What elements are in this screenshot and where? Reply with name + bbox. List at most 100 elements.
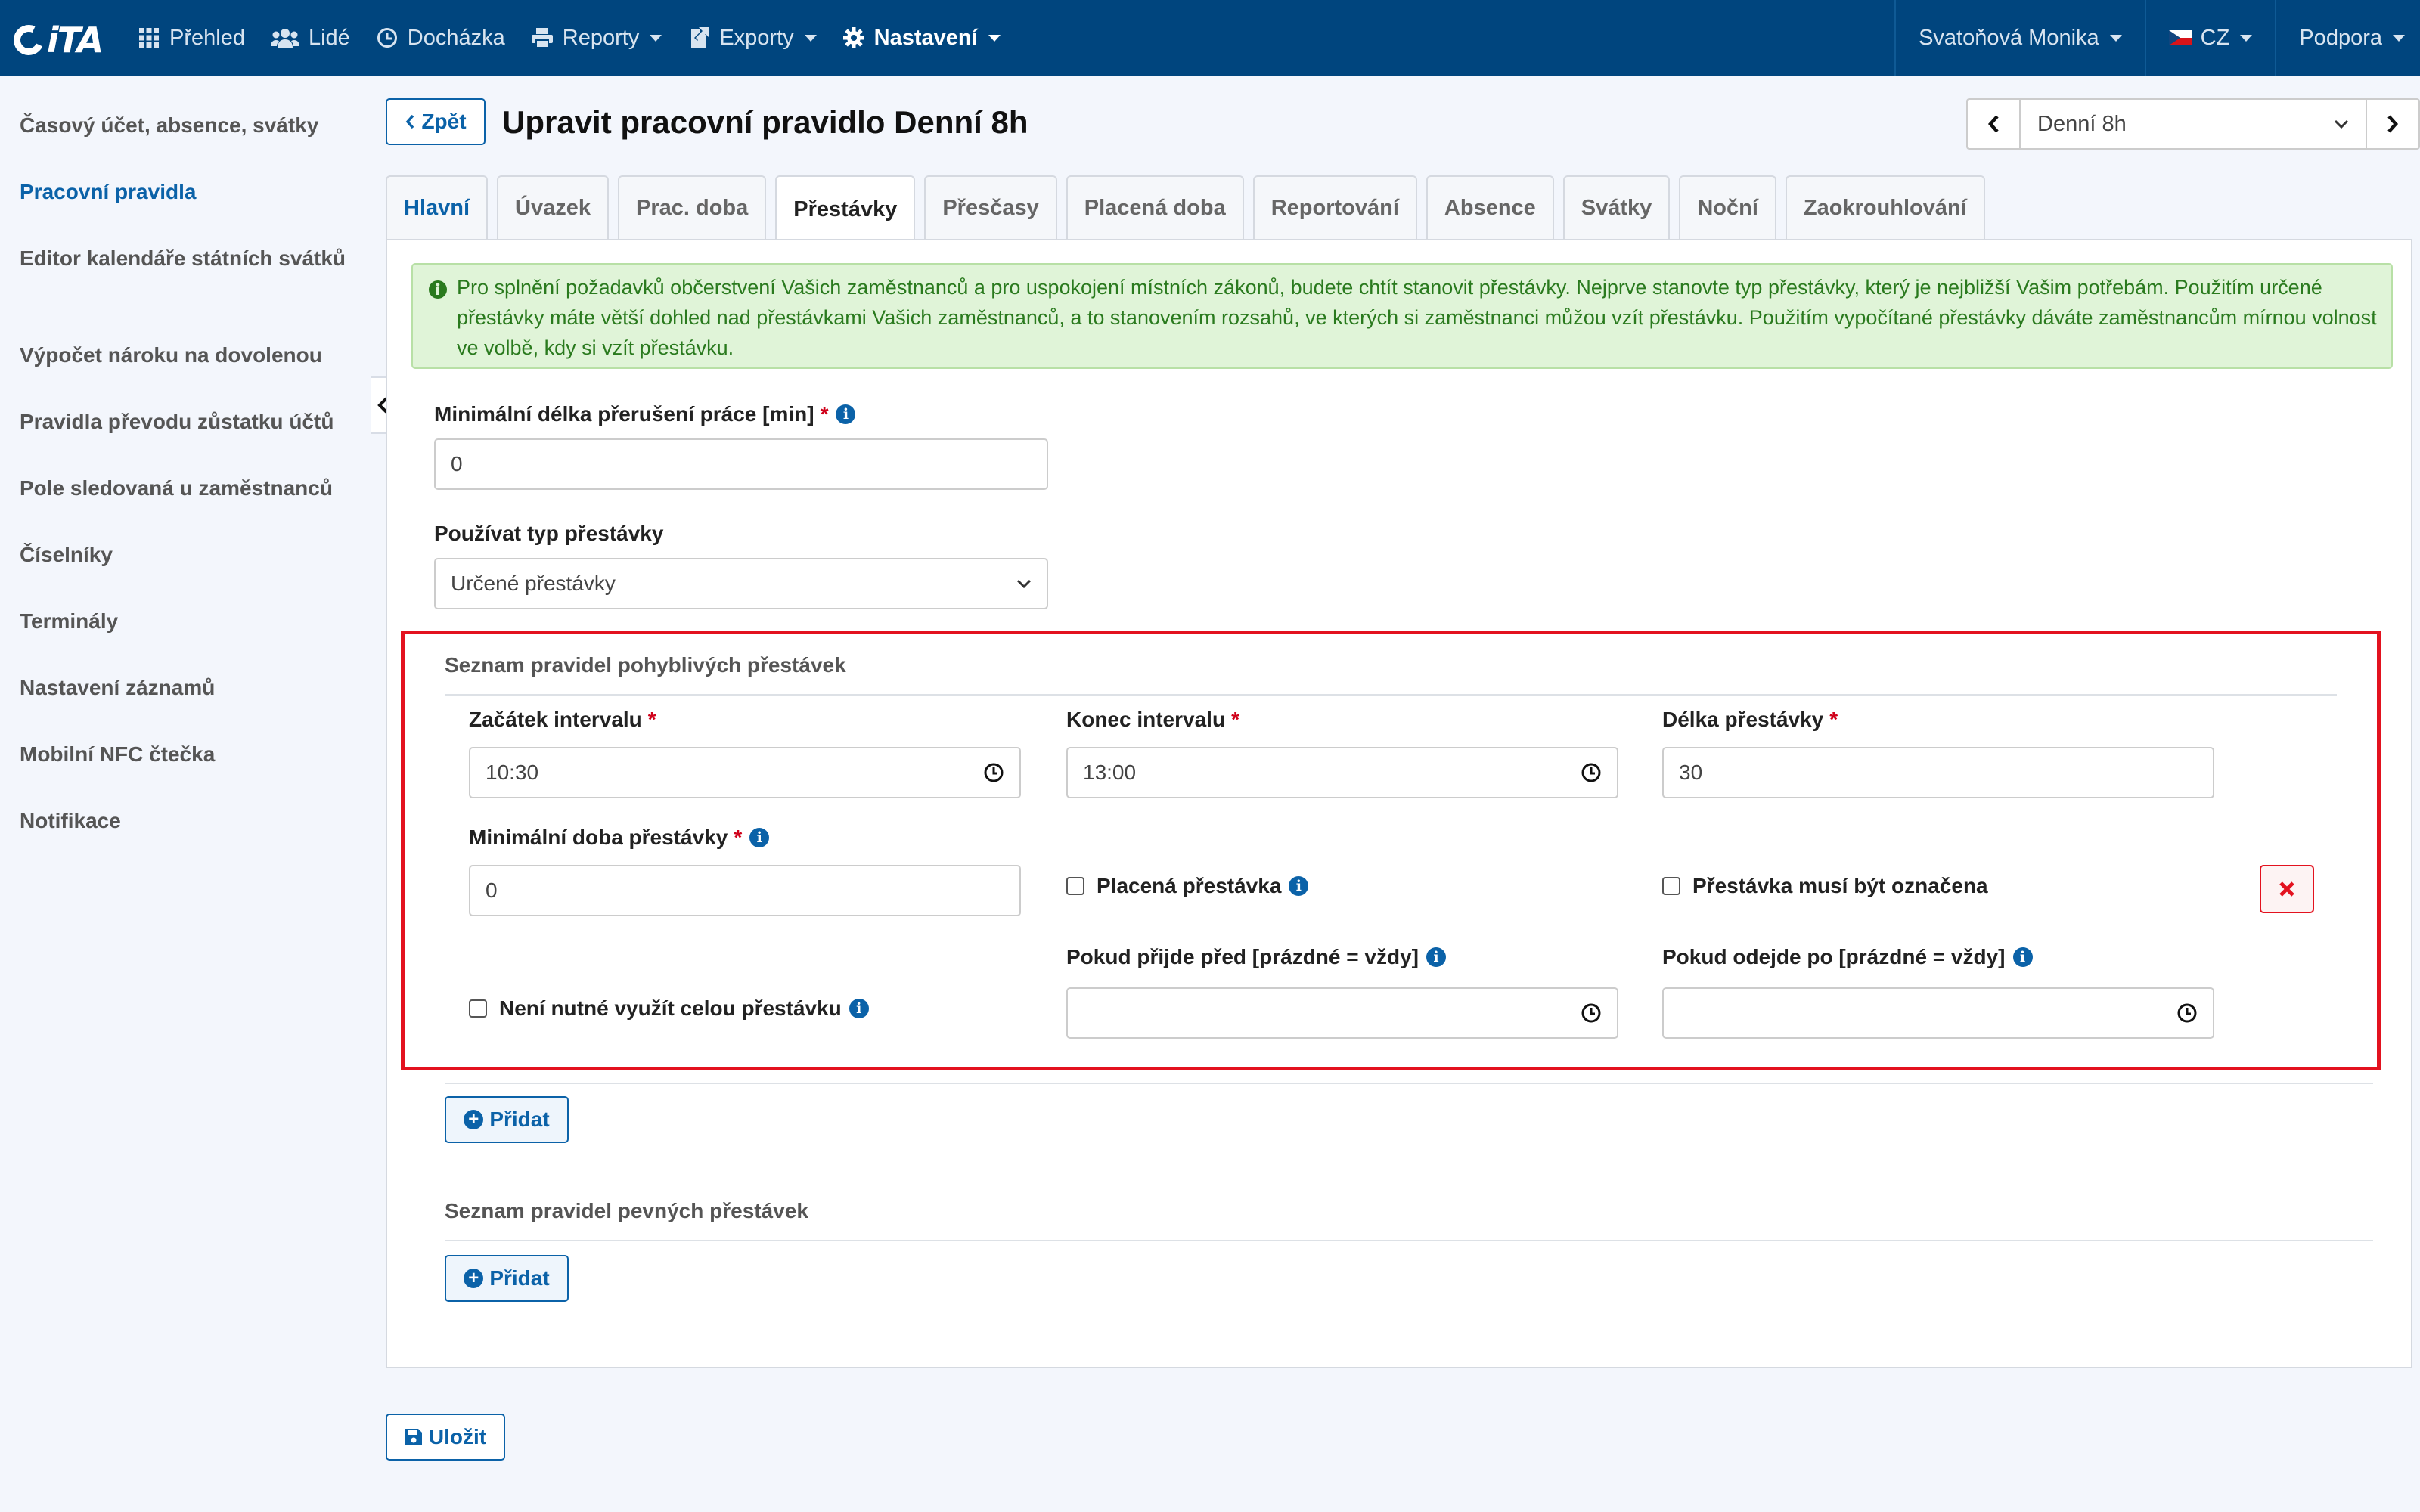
next-rule-button[interactable] — [2366, 98, 2420, 150]
sidebar-item-vypocet-naroku[interactable]: Výpočet nároku na dovolenou — [20, 340, 352, 370]
info-circle-icon — [428, 277, 448, 308]
sidebar-item-ciselniky[interactable]: Číselníky — [20, 540, 352, 570]
tab-reportovani[interactable]: Reportování — [1252, 175, 1417, 239]
delete-rule-button[interactable] — [2260, 865, 2314, 913]
info-icon[interactable]: i — [2012, 947, 2033, 967]
tab-prescasy[interactable]: Přesčasy — [924, 175, 1057, 239]
chevron-right-icon — [2387, 115, 2399, 133]
min-break-input[interactable]: 0 — [434, 438, 1048, 490]
must-mark-checkbox[interactable] — [1662, 877, 1680, 895]
top-navbar: iTA Přehled Lidé Docházka Reporty Export… — [0, 0, 2420, 76]
break-length-input[interactable]: 30 — [1662, 747, 2214, 798]
sidebar-item-nastaveni-zaznamu[interactable]: Nastavení záznamů — [20, 673, 352, 703]
nav-item-reporty[interactable]: Reporty — [531, 26, 662, 51]
info-icon[interactable]: i — [849, 999, 869, 1018]
save-button[interactable]: Uložit — [386, 1414, 505, 1461]
interval-end-label-text: Konec intervalu — [1066, 708, 1226, 731]
tab-nocni[interactable]: Noční — [1679, 175, 1776, 239]
clock-icon[interactable] — [1581, 762, 1602, 783]
user-name: Svatoňová Monika — [1919, 25, 2099, 50]
rule-select[interactable]: Denní 8h — [2021, 98, 2366, 150]
nav-right: Svatoňová Monika CZ Podpora — [1894, 0, 2420, 76]
app-logo[interactable]: iTA — [9, 20, 104, 60]
min-break-value: 0 — [451, 452, 463, 476]
back-button[interactable]: Zpět — [386, 98, 486, 145]
info-icon[interactable]: i — [1426, 947, 1446, 967]
nav-item-nastaveni[interactable]: Nastavení — [842, 26, 1001, 51]
add-flexible-break-button[interactable]: + Přidat — [445, 1096, 569, 1143]
tab-prestavky[interactable]: Přestávky — [775, 175, 916, 242]
clock-icon[interactable] — [2176, 1002, 2198, 1024]
min-duration-input[interactable]: 0 — [469, 865, 1021, 916]
tab-svatky[interactable]: Svátky — [1562, 175, 1671, 239]
paid-break-checkbox-row[interactable]: Placená přestávka i — [1066, 874, 1309, 898]
sidebar-item-terminaly[interactable]: Terminály — [20, 606, 352, 637]
min-break-label: Minimální délka přerušení práce [min] * i — [434, 402, 856, 426]
fixed-breaks-title: Seznam pravidel pevných přestávek — [445, 1199, 808, 1222]
required-marker: * — [647, 708, 656, 731]
not-full-break-checkbox[interactable] — [469, 999, 487, 1018]
chevron-down-icon — [2240, 34, 2253, 42]
export-icon — [687, 26, 710, 49]
clock-icon[interactable] — [983, 762, 1004, 783]
nav-item-prehled[interactable]: Přehled — [138, 26, 245, 51]
tab-absence[interactable]: Absence — [1426, 175, 1554, 239]
chevron-down-icon — [2109, 34, 2122, 42]
grid-icon — [138, 26, 160, 49]
info-icon[interactable]: i — [836, 404, 856, 424]
info-icon[interactable]: i — [749, 828, 770, 847]
users-icon — [270, 26, 299, 49]
clock-icon[interactable] — [1581, 1002, 1602, 1024]
info-icon[interactable]: i — [1289, 876, 1309, 896]
rule-tabs: Hlavní Úvazek Prac. doba Přestávky Přesč… — [386, 175, 1994, 242]
save-icon — [405, 1429, 422, 1445]
sidebar-item-pravidla-prevodu[interactable]: Pravidla převodu zůstatku účtů — [20, 407, 352, 437]
alert-text: Pro splnění požadavků občerstvení Vašich… — [457, 276, 2377, 359]
chevron-down-icon — [1016, 579, 1032, 588]
interval-end-input[interactable]: 13:00 — [1066, 747, 1618, 798]
not-full-break-label: Není nutné využít celou přestávku — [499, 996, 842, 1020]
print-icon — [531, 26, 554, 49]
paid-break-checkbox[interactable] — [1066, 877, 1084, 895]
sidebar-item-notifikace[interactable]: Notifikace — [20, 806, 352, 836]
min-duration-label: Minimální doba přestávky * i — [469, 826, 770, 850]
support-menu[interactable]: Podpora — [2299, 26, 2405, 51]
tab-zaokrouhlovani[interactable]: Zaokrouhlování — [1785, 175, 1985, 239]
not-full-break-checkbox-row[interactable]: Není nutné využít celou přestávku i — [469, 996, 869, 1021]
sidebar-item-nfc-ctecka[interactable]: Mobilní NFC čtečka — [20, 739, 352, 770]
nav-divider — [1894, 0, 1897, 76]
add-fixed-break-button[interactable]: + Přidat — [445, 1255, 569, 1302]
nav-divider — [2144, 0, 2146, 76]
required-marker: * — [820, 402, 829, 426]
divider — [445, 1083, 2373, 1084]
leave-after-input[interactable] — [1662, 987, 2214, 1039]
tab-uvazek[interactable]: Úvazek — [497, 175, 609, 239]
gear-icon — [842, 26, 865, 49]
close-icon — [2279, 881, 2294, 897]
interval-start-input[interactable]: 10:30 — [469, 747, 1021, 798]
divider — [445, 694, 2337, 696]
nav-item-lide[interactable]: Lidé — [270, 26, 350, 51]
interval-start-label-text: Začátek intervalu — [469, 708, 642, 731]
interval-end-value: 13:00 — [1083, 761, 1137, 784]
interval-start-value: 10:30 — [486, 761, 539, 784]
sidebar-item-casovy-ucet[interactable]: Časový účet, absence, svátky — [20, 110, 352, 141]
language-menu[interactable]: CZ — [2168, 26, 2253, 51]
tab-placena-doba[interactable]: Placená doba — [1066, 175, 1244, 239]
min-duration-value: 0 — [486, 878, 498, 902]
paid-break-label: Placená přestávka — [1097, 874, 1282, 897]
user-menu[interactable]: Svatoňová Monika — [1919, 26, 2122, 51]
tab-prac-doba[interactable]: Prac. doba — [618, 175, 767, 239]
nav-item-label: Reporty — [562, 25, 640, 50]
nav-item-dochazka[interactable]: Docházka — [376, 26, 505, 51]
sidebar-item-pole-sledovana[interactable]: Pole sledovaná u zaměstnanců — [20, 473, 352, 503]
must-mark-checkbox-row[interactable]: Přestávka musí být označena — [1662, 874, 1988, 898]
arrive-before-input[interactable] — [1066, 987, 1618, 1039]
rule-switcher: Denní 8h — [1966, 98, 2420, 150]
break-type-select[interactable]: Určené přestávky — [434, 558, 1048, 609]
sidebar-item-editor-kalendare[interactable]: Editor kalendáře státních svátků — [20, 243, 352, 274]
tab-hlavni[interactable]: Hlavní — [386, 175, 489, 239]
previous-rule-button[interactable] — [1966, 98, 2021, 150]
sidebar-item-pracovni-pravidla[interactable]: Pracovní pravidla — [20, 177, 352, 207]
nav-item-exporty[interactable]: Exporty — [687, 26, 817, 51]
